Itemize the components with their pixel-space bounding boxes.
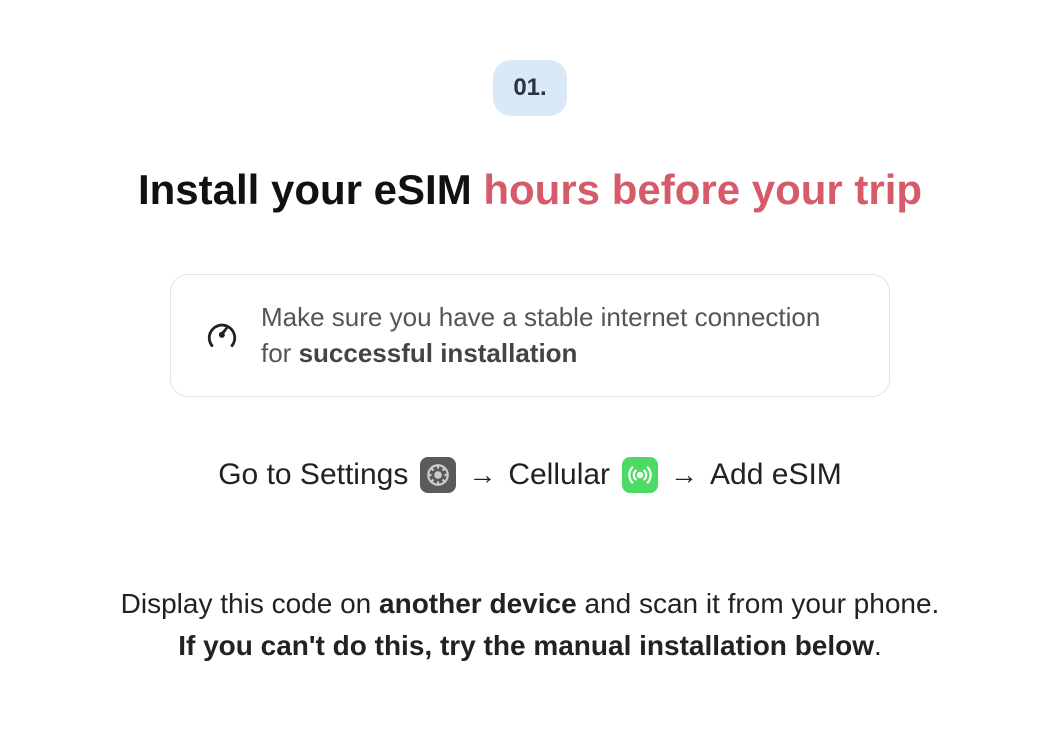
path-cellular: Cellular <box>508 458 610 492</box>
instruction-line2-bold: If you can't do this, try the manual ins… <box>178 630 874 661</box>
instruction-line1-suffix: and scan it from your phone. <box>577 588 940 619</box>
arrow-icon: → <box>670 459 698 491</box>
settings-icon <box>420 457 456 493</box>
notice-bold: successful installation <box>299 338 578 368</box>
step-badge: 01. <box>493 60 566 116</box>
instruction-line1-bold: another device <box>379 588 577 619</box>
path-goto: Go to Settings <box>218 458 408 492</box>
instruction-line1-prefix: Display this code on <box>121 588 379 619</box>
arrow-icon: → <box>468 459 496 491</box>
page-title: Install your eSIM hours before your trip <box>138 166 922 214</box>
instruction-line2-suffix: . <box>874 630 882 661</box>
headline-accent: hours before your trip <box>483 166 922 213</box>
cellular-icon <box>622 457 658 493</box>
instruction-text: Display this code on another device and … <box>121 583 940 667</box>
notice-text: Make sure you have a stable internet con… <box>261 299 855 372</box>
headline-prefix: Install your eSIM <box>138 166 483 213</box>
path-add: Add eSIM <box>710 458 842 492</box>
speedometer-icon <box>205 318 239 352</box>
navigation-path: Go to Settings → Cellular <box>218 457 842 493</box>
notice-box: Make sure you have a stable internet con… <box>170 274 890 397</box>
